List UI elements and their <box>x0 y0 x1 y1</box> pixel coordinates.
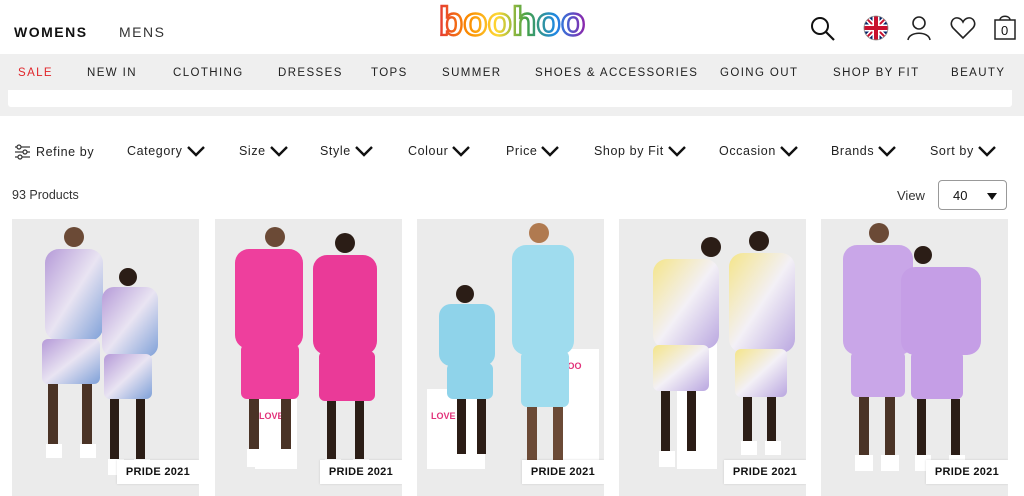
product-card[interactable]: YOU PRIDE 2021 <box>619 219 806 496</box>
filter-label: Sort by <box>930 144 974 158</box>
filter-label: Shop by Fit <box>594 144 664 158</box>
filter-colour[interactable]: Colour <box>408 144 471 158</box>
main-nav: SALE NEW IN CLOTHING DRESSES TOPS SUMMER… <box>0 54 1024 90</box>
product-badge: PRIDE 2021 <box>116 460 199 484</box>
chevron-down-icon <box>541 146 560 157</box>
filter-bar: Refine by Category Size Style Colour Pri… <box>0 138 1024 166</box>
filter-label: Size <box>239 144 266 158</box>
chevron-down-icon <box>186 146 205 157</box>
product-image: YOU <box>653 231 795 469</box>
nav-item-clothing[interactable]: CLOTHING <box>173 67 244 79</box>
view-label: View <box>897 188 925 203</box>
nav-item-shop-by-fit[interactable]: SHOP BY FIT <box>833 67 920 79</box>
womens-link[interactable]: WOMENS <box>14 24 88 40</box>
nav-item-new-in[interactable]: NEW IN <box>87 67 137 79</box>
nav-item-dresses[interactable]: DRESSES <box>278 67 343 79</box>
filter-label: Style <box>320 144 351 158</box>
filter-style[interactable]: Style <box>320 144 373 158</box>
refine-by-label: Refine by <box>36 145 95 159</box>
product-image <box>42 227 158 475</box>
chevron-down-icon <box>269 146 288 157</box>
search-icon[interactable] <box>810 16 836 42</box>
filter-category[interactable]: Category <box>127 144 205 158</box>
sort-by-button[interactable]: Sort by <box>930 144 996 158</box>
product-card[interactable]: PRIDE 2021 <box>12 219 199 496</box>
header: WOMENS MENS boohoo 0 <box>0 0 1024 54</box>
bag-icon[interactable]: 0 <box>992 13 1018 41</box>
nav-item-shoes-accessories[interactable]: SHOES & ACCESSORIES <box>535 67 698 79</box>
view-per-page-select[interactable]: 40 <box>938 180 1007 210</box>
product-card[interactable]: PRIDE 2021 <box>821 219 1008 496</box>
product-badge: PRIDE 2021 <box>521 460 604 484</box>
cart-count: 0 <box>1001 23 1009 38</box>
filter-label: Colour <box>408 144 449 158</box>
svg-text:LOVE: LOVE <box>259 411 284 421</box>
account-icon[interactable] <box>906 15 932 41</box>
filter-occasion[interactable]: Occasion <box>719 144 798 158</box>
filter-label: Price <box>506 144 538 158</box>
product-card[interactable]: LOVE PRIDE 2021 <box>215 219 402 496</box>
refine-by-button[interactable]: Refine by <box>14 144 94 160</box>
nav-item-tops[interactable]: TOPS <box>371 67 408 79</box>
filter-shop-by-fit[interactable]: Shop by Fit <box>594 144 686 158</box>
filter-label: Brands <box>831 144 875 158</box>
product-image: HOO LOVE <box>427 223 599 477</box>
nav-item-beauty[interactable]: BEAUTY <box>951 67 1005 79</box>
product-count: 93 Products <box>12 188 79 202</box>
filter-label: Occasion <box>719 144 776 158</box>
product-badge: PRIDE 2021 <box>723 460 806 484</box>
caret-down-icon <box>987 193 997 200</box>
mens-link[interactable]: MENS <box>119 24 165 40</box>
filter-label: Category <box>127 144 183 158</box>
sliders-icon <box>15 144 30 160</box>
search-bar[interactable] <box>8 90 1012 107</box>
product-card[interactable]: HOO LOVE PRIDE 2021 <box>417 219 604 496</box>
product-badge: PRIDE 2021 <box>319 460 402 484</box>
product-image <box>843 223 981 471</box>
nav-item-sale[interactable]: SALE <box>18 67 53 79</box>
logo-text: boohoo <box>439 2 586 42</box>
svg-text:LOVE: LOVE <box>431 411 456 421</box>
chevron-down-icon <box>878 146 897 157</box>
view-select-value: 40 <box>953 188 968 203</box>
product-image: LOVE <box>235 227 377 475</box>
chevron-down-icon <box>354 146 373 157</box>
filter-brands[interactable]: Brands <box>831 144 897 158</box>
chevron-down-icon <box>780 146 798 157</box>
nav-item-going-out[interactable]: GOING OUT <box>720 67 798 79</box>
chevron-down-icon <box>667 146 686 157</box>
uk-flag-icon[interactable] <box>863 15 889 41</box>
wishlist-heart-icon[interactable] <box>950 16 976 40</box>
search-strip <box>0 90 1024 116</box>
filter-size[interactable]: Size <box>239 144 288 158</box>
chevron-down-icon <box>977 146 996 157</box>
boohoo-logo[interactable]: boohoo <box>436 2 588 42</box>
filter-price[interactable]: Price <box>506 144 560 158</box>
product-badge: PRIDE 2021 <box>925 460 1008 484</box>
nav-item-summer[interactable]: SUMMER <box>442 67 502 79</box>
chevron-down-icon <box>452 146 471 157</box>
